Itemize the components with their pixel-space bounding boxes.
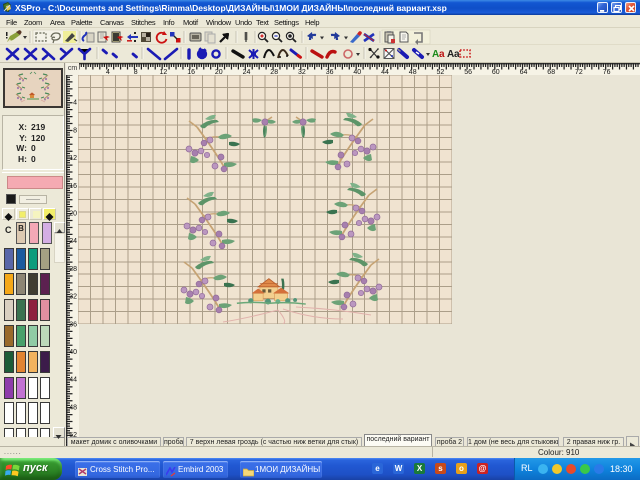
svg-text:56: 56 bbox=[464, 69, 472, 75]
svg-text:68: 68 bbox=[547, 69, 555, 75]
svg-text:a: a bbox=[454, 49, 460, 60]
svg-text:32: 32 bbox=[69, 294, 77, 301]
svg-text:a: a bbox=[439, 49, 445, 60]
svg-text:20: 20 bbox=[69, 211, 77, 218]
svg-text:8: 8 bbox=[73, 127, 77, 134]
svg-text:40: 40 bbox=[69, 349, 77, 356]
svg-text:12: 12 bbox=[69, 155, 77, 162]
svg-text:16: 16 bbox=[69, 183, 77, 190]
svg-text:48: 48 bbox=[69, 404, 77, 411]
svg-text:60: 60 bbox=[492, 69, 500, 75]
svg-text:36: 36 bbox=[69, 321, 77, 328]
svg-text:76: 76 bbox=[603, 69, 611, 75]
svg-text:28: 28 bbox=[69, 266, 77, 273]
svg-text:4: 4 bbox=[73, 100, 77, 107]
svg-text:24: 24 bbox=[69, 238, 77, 245]
svg-text:44: 44 bbox=[69, 377, 77, 384]
svg-text:72: 72 bbox=[575, 69, 583, 75]
svg-text:64: 64 bbox=[520, 69, 528, 75]
